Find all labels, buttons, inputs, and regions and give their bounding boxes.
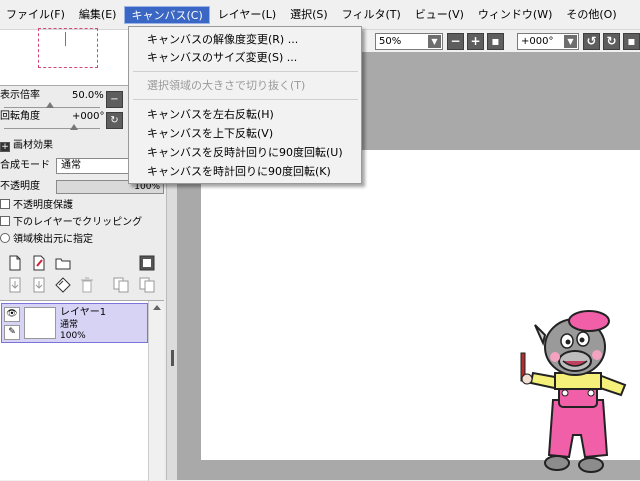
zoom-select[interactable]: 50% ▼ bbox=[375, 33, 443, 50]
zoom-reset-small-button[interactable]: − bbox=[106, 91, 123, 108]
layer-row[interactable]: 👁 ✎ レイヤー1 通常 100% bbox=[1, 303, 148, 343]
layer-list-scrollbar[interactable] bbox=[148, 301, 164, 481]
splitter-grip[interactable] bbox=[171, 350, 174, 366]
texture-effect-label: 画材効果 bbox=[13, 140, 53, 151]
rotation-value: +000° bbox=[72, 111, 105, 122]
merge-down-icon[interactable] bbox=[30, 276, 48, 294]
merge-visible-icon[interactable] bbox=[112, 276, 130, 294]
eye-icon[interactable]: 👁 bbox=[4, 307, 20, 322]
rotation-select[interactable]: +000° ▼ bbox=[517, 33, 579, 50]
new-layer-icon[interactable] bbox=[6, 254, 24, 272]
menu-select[interactable]: 選択(S) bbox=[284, 6, 334, 24]
zoom-select-value: 50% bbox=[379, 36, 402, 47]
zoom-value: 50.0% bbox=[72, 90, 104, 101]
rotate-reset-button[interactable]: ↻ bbox=[603, 33, 620, 50]
protect-opacity-checkbox[interactable]: 不透明度保護 bbox=[0, 198, 73, 214]
rotation-reset-small-button[interactable]: ↻ bbox=[106, 112, 123, 129]
zoom-reset-button[interactable]: ▪ bbox=[487, 33, 504, 50]
menu-view[interactable]: ビュー(V) bbox=[409, 6, 470, 24]
menu-edit[interactable]: 編集(E) bbox=[73, 6, 123, 24]
menu-other[interactable]: その他(O) bbox=[560, 6, 622, 24]
menu-file[interactable]: ファイル(F) bbox=[0, 6, 71, 24]
rotate-cw-button[interactable]: ▪ bbox=[623, 33, 640, 50]
layer-mode: 通常 bbox=[60, 320, 79, 330]
menu-rotate-ccw[interactable]: キャンバスを反時計回りに90度回転(U) bbox=[147, 145, 343, 161]
menu-size-change[interactable]: キャンバスのサイズ変更(S) ... bbox=[147, 50, 297, 66]
chevron-down-icon: ▼ bbox=[428, 35, 441, 48]
menu-rotate-cw[interactable]: キャンバスを時計回りに90度回転(K) bbox=[147, 164, 331, 180]
menu-flip-vertical[interactable]: キャンバスを上下反転(V) bbox=[147, 126, 273, 142]
checkbox-box bbox=[0, 233, 10, 243]
blend-mode-value: 通常 bbox=[61, 160, 81, 171]
zoom-out-button[interactable]: − bbox=[447, 33, 464, 50]
rotation-slider-track[interactable] bbox=[4, 128, 100, 129]
layer-list: 👁 ✎ レイヤー1 通常 100% bbox=[0, 300, 164, 481]
clipping-checkbox[interactable]: 下のレイヤーでクリッピング bbox=[0, 215, 142, 231]
menu-flip-horizontal[interactable]: キャンバスを左右反転(H) bbox=[147, 107, 274, 123]
menu-canvas[interactable]: キャンバス(C) bbox=[124, 5, 210, 24]
zoom-label: 表示倍率 bbox=[0, 90, 40, 101]
selection-source-checkbox[interactable]: 領域検出元に指定 bbox=[0, 232, 93, 248]
protect-opacity-label: 不透明度保護 bbox=[13, 200, 73, 211]
merge-all-icon[interactable] bbox=[138, 276, 156, 294]
blend-mode-label: 合成モード bbox=[0, 160, 50, 171]
rotation-slider-handle[interactable] bbox=[70, 124, 78, 130]
layer-panel-menu-icon[interactable] bbox=[138, 254, 156, 272]
menu-crop-to-selection: 選択領域の大きさで切り抜く(T) bbox=[147, 79, 306, 92]
zoom-slider-handle[interactable] bbox=[46, 102, 54, 108]
canvas-dropdown-menu: キャンバスの解像度変更(R) ... キャンバスのサイズ変更(S) ... 選択… bbox=[128, 26, 362, 184]
expand-icon: + bbox=[0, 142, 10, 152]
transfer-down-icon[interactable] bbox=[6, 276, 24, 294]
trash-icon[interactable] bbox=[78, 276, 96, 294]
blend-mode-select[interactable]: 通常 bbox=[56, 158, 136, 174]
rotation-label: 回転角度 bbox=[0, 111, 40, 122]
opacity-label: 不透明度 bbox=[0, 181, 40, 192]
menu-layer[interactable]: レイヤー(L) bbox=[212, 6, 282, 24]
new-folder-icon[interactable] bbox=[54, 254, 72, 272]
view-toolbar: 50% ▼ − + ▪ +000° ▼ ↺ ↻ ▪ bbox=[363, 30, 640, 52]
rotate-ccw-button[interactable]: ↺ bbox=[583, 33, 600, 50]
rotation-select-value: +000° bbox=[521, 36, 554, 47]
clipping-label: 下のレイヤーでクリッピング bbox=[13, 217, 143, 228]
layer-thumbnail bbox=[24, 307, 56, 339]
new-vector-layer-icon[interactable] bbox=[30, 254, 48, 272]
checkbox-box bbox=[0, 199, 10, 209]
checkbox-box bbox=[0, 216, 10, 226]
texture-effect-toggle[interactable]: + 画材効果 bbox=[0, 138, 53, 154]
navigator-view-rect bbox=[38, 28, 98, 68]
scroll-up-icon[interactable] bbox=[153, 305, 161, 310]
layer-opacity: 100% bbox=[60, 331, 86, 341]
menu-separator bbox=[133, 99, 358, 100]
navigator-preview[interactable] bbox=[0, 28, 128, 86]
selection-source-label: 領域検出元に指定 bbox=[13, 234, 93, 245]
menu-resolution-change[interactable]: キャンバスの解像度変更(R) ... bbox=[147, 32, 298, 48]
mascot-illustration bbox=[520, 310, 627, 473]
menu-filter[interactable]: フィルタ(T) bbox=[336, 6, 407, 24]
navigator-marker bbox=[65, 32, 66, 46]
chevron-down-icon: ▼ bbox=[564, 35, 577, 48]
menu-separator bbox=[133, 71, 358, 72]
pen-lock-icon[interactable]: ✎ bbox=[4, 325, 20, 340]
layer-name: レイヤー1 bbox=[60, 307, 107, 318]
zoom-in-button[interactable]: + bbox=[467, 33, 484, 50]
clear-layer-icon[interactable] bbox=[54, 276, 72, 294]
menu-window[interactable]: ウィンドウ(W) bbox=[472, 6, 558, 24]
